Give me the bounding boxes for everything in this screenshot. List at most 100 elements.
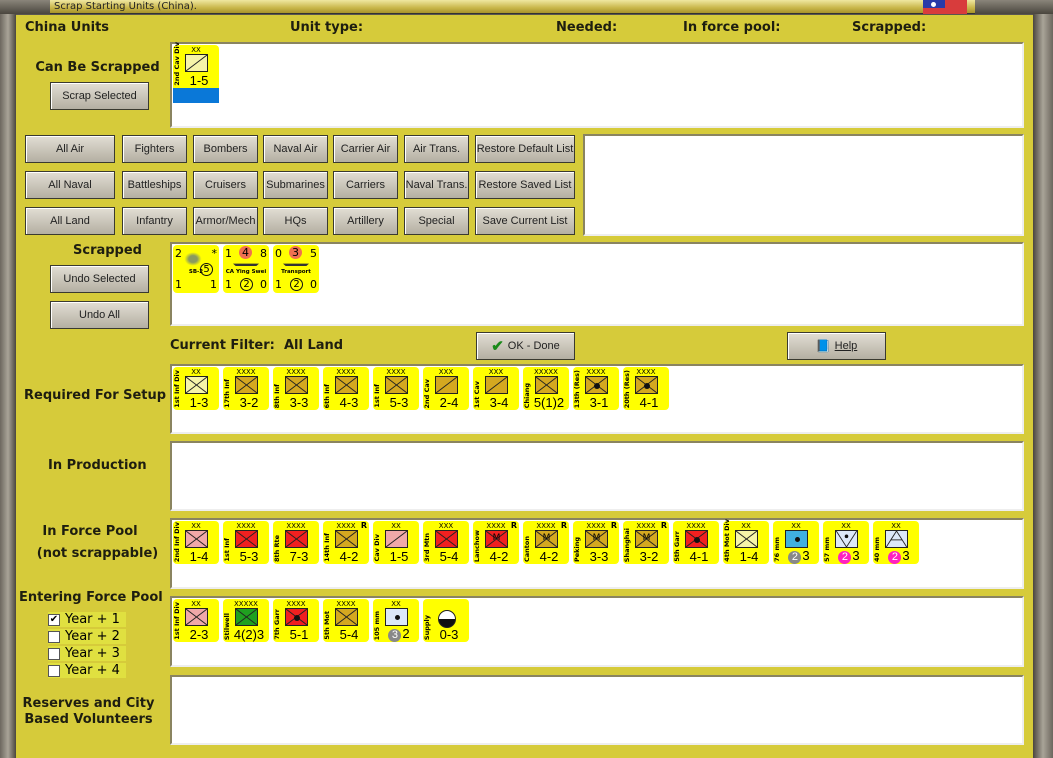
filter-all-naval-button[interactable]: All Naval xyxy=(25,171,115,199)
unit-size: XXXX xyxy=(336,600,356,608)
unit-counter[interactable]: XX 4th Mot Div 1-4 xyxy=(723,519,769,564)
unit-counter[interactable]: XXXX 8th Rte 7-3 xyxy=(273,521,319,564)
filter-bombers-button[interactable]: Bombers xyxy=(193,135,258,163)
unit-counter[interactable]: XXXX 17th Inf 3-2 xyxy=(223,367,269,410)
unit-counter[interactable]: XX 1st Inf Div 1-3 xyxy=(173,367,219,410)
unit-counter[interactable]: XXXX 20th (Res) 4-1 xyxy=(623,367,669,410)
strength-value: 5-3 xyxy=(239,549,259,564)
reserve-marker: R xyxy=(560,521,567,530)
scrapped-unit-counter[interactable]: 0 5 1 0 2 3 Transport xyxy=(273,245,319,293)
unit-counter[interactable]: XX 76 mm 2 3 xyxy=(773,521,819,564)
unit-symbol-icon xyxy=(285,608,308,626)
undo-selected-button[interactable]: Undo Selected xyxy=(50,265,149,293)
entering-label: Entering Force Pool xyxy=(19,590,163,605)
checkbox-box[interactable]: ✔ xyxy=(48,613,60,626)
unit-counter[interactable]: XXXX 5th Mot 5-4 xyxy=(323,599,369,642)
production-list[interactable] xyxy=(170,441,1024,511)
checkbox-box[interactable] xyxy=(48,647,60,660)
counter-name: Transport xyxy=(281,269,311,275)
unit-counter[interactable]: XX 2nd Cav Div 1-5 xyxy=(173,42,219,88)
filter-armor-mech-button[interactable]: Armor/Mech xyxy=(193,207,258,235)
scrapped-unit-counter[interactable]: 2 * 1 1 5 SB-2 xyxy=(173,245,219,293)
unit-counter[interactable]: XXXX 1st Inf 5-3 xyxy=(373,367,419,410)
right-frame xyxy=(1033,14,1053,758)
ok-done-button[interactable]: ✔ OK - Done xyxy=(476,332,575,360)
filter-all-air-button[interactable]: All Air xyxy=(25,135,115,163)
filter-restore-default-list-button[interactable]: Restore Default List xyxy=(475,135,575,163)
reserves-list[interactable] xyxy=(170,675,1024,745)
unit-counter[interactable]: XX 2nd Inf Div 1-4 xyxy=(173,521,219,564)
unit-size: XXXXX xyxy=(234,600,258,608)
filter-air-trans--button[interactable]: Air Trans. xyxy=(404,135,469,163)
unit-counter[interactable]: XXXX Shanghai M 3-2 R xyxy=(623,521,669,564)
help-button[interactable]: 📘 Help xyxy=(787,332,886,360)
unit-counter[interactable]: XXXX Peking M 3-3 R xyxy=(573,521,619,564)
strength-value: 3-3 xyxy=(289,395,309,410)
unit-counter[interactable]: XXXX 6th Inf 4-3 xyxy=(323,367,369,410)
minimize-button[interactable] xyxy=(0,0,50,14)
unit-counter[interactable]: XXXX Lanchow M 4-2 R xyxy=(473,521,519,564)
strength-value: 2-4 xyxy=(439,395,459,410)
unit-counter[interactable]: XX 40 mm 2 3 xyxy=(873,521,919,564)
unit-counter[interactable]: XX Cav Div 1-5 xyxy=(373,521,419,564)
strength-value: 3 xyxy=(902,548,910,563)
unit-counter[interactable]: XX 105 mm 3 2 xyxy=(373,599,419,642)
strength-value: 1-4 xyxy=(739,549,759,564)
filter-battleships-button[interactable]: Battleships xyxy=(122,171,187,199)
unit-counter[interactable]: XXXX Canton M 4-2 R xyxy=(523,521,569,564)
filter-hqs-button[interactable]: HQs xyxy=(263,207,328,235)
filter-carriers-button[interactable]: Carriers xyxy=(333,171,398,199)
counter-value-tr: 8 xyxy=(260,247,267,260)
scrapped-unit-counter[interactable]: 1 8 1 0 2 4 CA Ying Swei xyxy=(223,245,269,293)
filter-fighters-button[interactable]: Fighters xyxy=(122,135,187,163)
undo-all-button[interactable]: Undo All xyxy=(50,301,149,329)
year-4-checkbox[interactable]: Year + 4 xyxy=(48,663,126,678)
unit-counter[interactable]: Supply 0-3 xyxy=(423,599,469,642)
unit-size: XX xyxy=(891,522,901,530)
unit-symbol-icon xyxy=(685,530,708,548)
can-be-scrapped-list[interactable] xyxy=(170,42,1024,128)
unit-type-list[interactable] xyxy=(583,134,1024,236)
unit-strength: 3-2 xyxy=(629,549,669,564)
unit-counter[interactable]: XX 57 mm 2 3 xyxy=(823,521,869,564)
unit-counter[interactable]: XXXX 8th Inf 3-3 xyxy=(273,367,319,410)
filter-naval-air-button[interactable]: Naval Air xyxy=(263,135,328,163)
unit-size: XXXX xyxy=(236,522,256,530)
scrap-selected-button[interactable]: Scrap Selected xyxy=(50,82,149,110)
unit-counter[interactable]: XXXXX Chiang 5(1)2 xyxy=(523,367,569,410)
year-1-checkbox[interactable]: ✔ Year + 1 xyxy=(48,612,126,627)
unit-counter[interactable]: XXXX 5th Garr 4-1 xyxy=(673,521,719,564)
unit-counter[interactable]: XXX 3rd Mtn 5-4 xyxy=(423,521,469,564)
filter-carrier-air-button[interactable]: Carrier Air xyxy=(333,135,398,163)
can-be-scrapped-label: Can Be Scrapped xyxy=(35,60,160,75)
filter-cruisers-button[interactable]: Cruisers xyxy=(193,171,258,199)
counter-value-bm: 2 xyxy=(290,278,303,291)
unit-counter[interactable]: XXXX 7th Garr 5-1 xyxy=(273,599,319,642)
strength-value: 1-5 xyxy=(389,549,409,564)
filter-infantry-button[interactable]: Infantry xyxy=(122,207,187,235)
filter-artillery-button[interactable]: Artillery xyxy=(333,207,398,235)
unit-counter[interactable]: XXXX 13th (Res) 3-1 xyxy=(573,367,619,410)
year-2-checkbox[interactable]: Year + 2 xyxy=(48,629,126,644)
unit-counter[interactable]: XXX 2nd Cav 2-4 xyxy=(423,367,469,410)
filter-restore-saved-list-button[interactable]: Restore Saved List xyxy=(475,171,575,199)
year-3-checkbox[interactable]: Year + 3 xyxy=(48,646,126,661)
filter-submarines-button[interactable]: Submarines xyxy=(263,171,328,199)
unit-size: XX xyxy=(391,522,401,530)
year-label: Year + 2 xyxy=(65,629,120,644)
unit-counter[interactable]: XX 1st Inf Div 2-3 xyxy=(173,599,219,642)
filter-save-current-list-button[interactable]: Save Current List xyxy=(475,207,575,235)
strength-value: 2-3 xyxy=(189,627,209,642)
current-filter-label: Current Filter: xyxy=(170,338,275,353)
unit-counter[interactable]: XXXXX Stilwell 4(2)3 xyxy=(223,599,269,642)
filter-all-land-button[interactable]: All Land xyxy=(25,207,115,235)
unit-counter[interactable]: XXXX 1st Inf 5-3 xyxy=(223,521,269,564)
unit-counter[interactable]: XXX 1st Cav 3-4 xyxy=(473,367,519,410)
filter-naval-trans--button[interactable]: Naval Trans. xyxy=(404,171,469,199)
checkbox-box[interactable] xyxy=(48,664,60,677)
checkbox-box[interactable] xyxy=(48,630,60,643)
close-button[interactable] xyxy=(975,0,1053,14)
unit-strength: 4-1 xyxy=(629,395,669,410)
unit-counter[interactable]: XXXX 14th Inf 4-2 R xyxy=(323,521,369,564)
filter-special-button[interactable]: Special xyxy=(404,207,469,235)
